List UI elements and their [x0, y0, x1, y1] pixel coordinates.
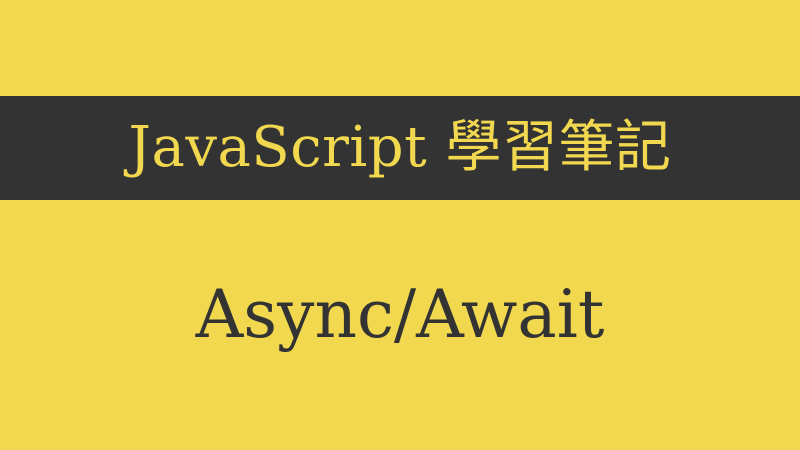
- title-banner: JavaScript 學習筆記: [0, 96, 800, 200]
- topic-subtitle: Async/Await: [195, 276, 605, 353]
- page-title: JavaScript 學習筆記: [128, 115, 672, 180]
